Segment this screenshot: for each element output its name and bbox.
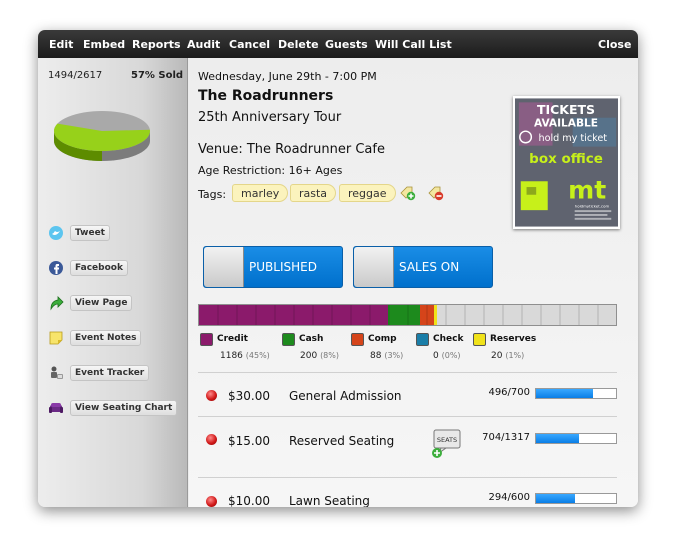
poster-line4: box office (529, 151, 603, 167)
legend-swatch (200, 333, 213, 346)
sidebar-item-label: View Seating Chart (70, 400, 178, 416)
poster-line2: AVAILABLE (534, 117, 598, 129)
menu-embed[interactable]: Embed (83, 38, 125, 51)
ticket-progress-fill (536, 389, 593, 398)
ticket-row-reserved-seating[interactable]: $15.00 Reserved Seating SEATS 704/1317 (198, 416, 617, 477)
toggle-knob (204, 247, 244, 287)
toggle-label: PUBLISHED (249, 260, 317, 274)
tag-marley[interactable]: marley (232, 184, 289, 202)
tag-reggae[interactable]: reggae (339, 184, 396, 202)
event-subtitle: 25th Anniversary Tour (198, 110, 342, 125)
event-title: The Roadrunners (198, 88, 334, 104)
status-dot-icon (206, 434, 217, 445)
legend-value: 20 (1%) (491, 351, 525, 361)
ticket-row-lawn-seating[interactable]: $10.00 Lawn Seating 294/600 (198, 477, 617, 507)
legend-value: 1186 (45%) (220, 351, 270, 361)
facebook-icon (49, 261, 63, 275)
event-poster: TICKETS AVAILABLE hold my ticket box off… (513, 96, 620, 229)
sidebar: 1494/2617 57% Sold Tweet Facebook View P… (38, 58, 188, 507)
twitter-bird-icon (49, 226, 63, 240)
legend-name: Check (433, 334, 464, 344)
sidebar-item-label: Tweet (70, 225, 110, 241)
sales-bar-grid (217, 305, 599, 325)
toggle-label: SALES ON (399, 260, 460, 274)
event-window: Edit Embed Reports Audit Cancel Delete G… (38, 30, 638, 507)
menu-reports[interactable]: Reports (132, 38, 181, 51)
ticket-progress-fill (536, 434, 579, 443)
legend-swatch (416, 333, 429, 346)
menu-will-call-list[interactable]: Will Call List (375, 38, 452, 51)
legend-name: Comp (368, 334, 397, 344)
ticket-name: Lawn Seating (289, 494, 370, 507)
ticket-count: 704/1317 (482, 432, 530, 443)
ticket-price: $30.00 (228, 389, 270, 403)
ticket-progress (535, 388, 617, 399)
seats-icon-text: SEATS (437, 436, 457, 444)
tags-label: Tags: (198, 188, 227, 201)
notes-icon (49, 331, 63, 345)
sold-percent: 57% Sold (131, 70, 184, 81)
ticket-price: $15.00 (228, 434, 270, 448)
menu-cancel[interactable]: Cancel (229, 38, 270, 51)
event-venue: Venue: The Roadrunner Cafe (198, 142, 385, 157)
sidebar-item-label: Event Notes (70, 330, 142, 346)
status-dot-icon (206, 390, 217, 401)
sidebar-item-label: Event Tracker (70, 365, 150, 381)
ticket-count: 294/600 (488, 492, 530, 503)
arrow-icon (50, 296, 64, 311)
menu-edit[interactable]: Edit (49, 38, 73, 51)
legend-name: Cash (299, 334, 324, 344)
legend-name: Reserves (490, 334, 537, 344)
ticket-price: $10.00 (228, 494, 270, 507)
menu-delete[interactable]: Delete (278, 38, 319, 51)
sold-count: 1494/2617 (48, 70, 103, 81)
ticket-progress (535, 493, 617, 504)
toggle-knob (354, 247, 394, 287)
ticket-count: 496/700 (488, 387, 530, 398)
remove-tag-icon[interactable] (427, 183, 445, 201)
poster-map (520, 181, 548, 211)
seating-chart-icon (49, 403, 63, 413)
seats-icon[interactable]: SEATS (431, 429, 461, 459)
event-details: Wednesday, June 29th - 7:00 PM The Roadr… (189, 58, 638, 507)
sales-breakdown-bar (198, 304, 617, 326)
sales-toggle[interactable]: SALES ON (353, 246, 493, 288)
legend-swatch (282, 333, 295, 346)
legend-name: Credit (217, 334, 248, 344)
poster-line3: hold my ticket (538, 133, 607, 144)
legend-swatch (473, 333, 486, 346)
ticket-name: General Admission (289, 389, 402, 403)
sidebar-item-label: View Page (70, 295, 133, 311)
event-date: Wednesday, June 29th - 7:00 PM (198, 70, 377, 83)
published-toggle[interactable]: PUBLISHED (203, 246, 343, 288)
legend-value: 88 (3%) (370, 351, 404, 361)
tag-rasta[interactable]: rasta (290, 184, 337, 202)
age-restriction: Age Restriction: 16+ Ages (198, 164, 343, 177)
poster-url: holdmyticket.com (575, 203, 610, 208)
poster-line1: TICKETS (537, 102, 595, 117)
ticket-progress (535, 433, 617, 444)
menu-guests[interactable]: Guests (325, 38, 368, 51)
sidebar-item-label: Facebook (70, 260, 128, 276)
ticket-row-general-admission[interactable]: $30.00 General Admission 496/700 (198, 372, 617, 416)
menu-audit[interactable]: Audit (187, 38, 220, 51)
ticket-name: Reserved Seating (289, 434, 395, 448)
sold-pie-chart (54, 111, 151, 161)
close-button[interactable]: Close (598, 38, 631, 51)
legend-swatch (351, 333, 364, 346)
tracker-icon (51, 366, 63, 379)
legend-value: 200 (8%) (300, 351, 339, 361)
poster-logo: mt (568, 176, 606, 205)
status-dot-icon (206, 496, 217, 507)
menu-bar: Edit Embed Reports Audit Cancel Delete G… (38, 30, 638, 58)
legend-value: 0 (0%) (433, 351, 461, 361)
ticket-progress-fill (536, 494, 576, 503)
add-tag-icon[interactable] (399, 183, 417, 201)
